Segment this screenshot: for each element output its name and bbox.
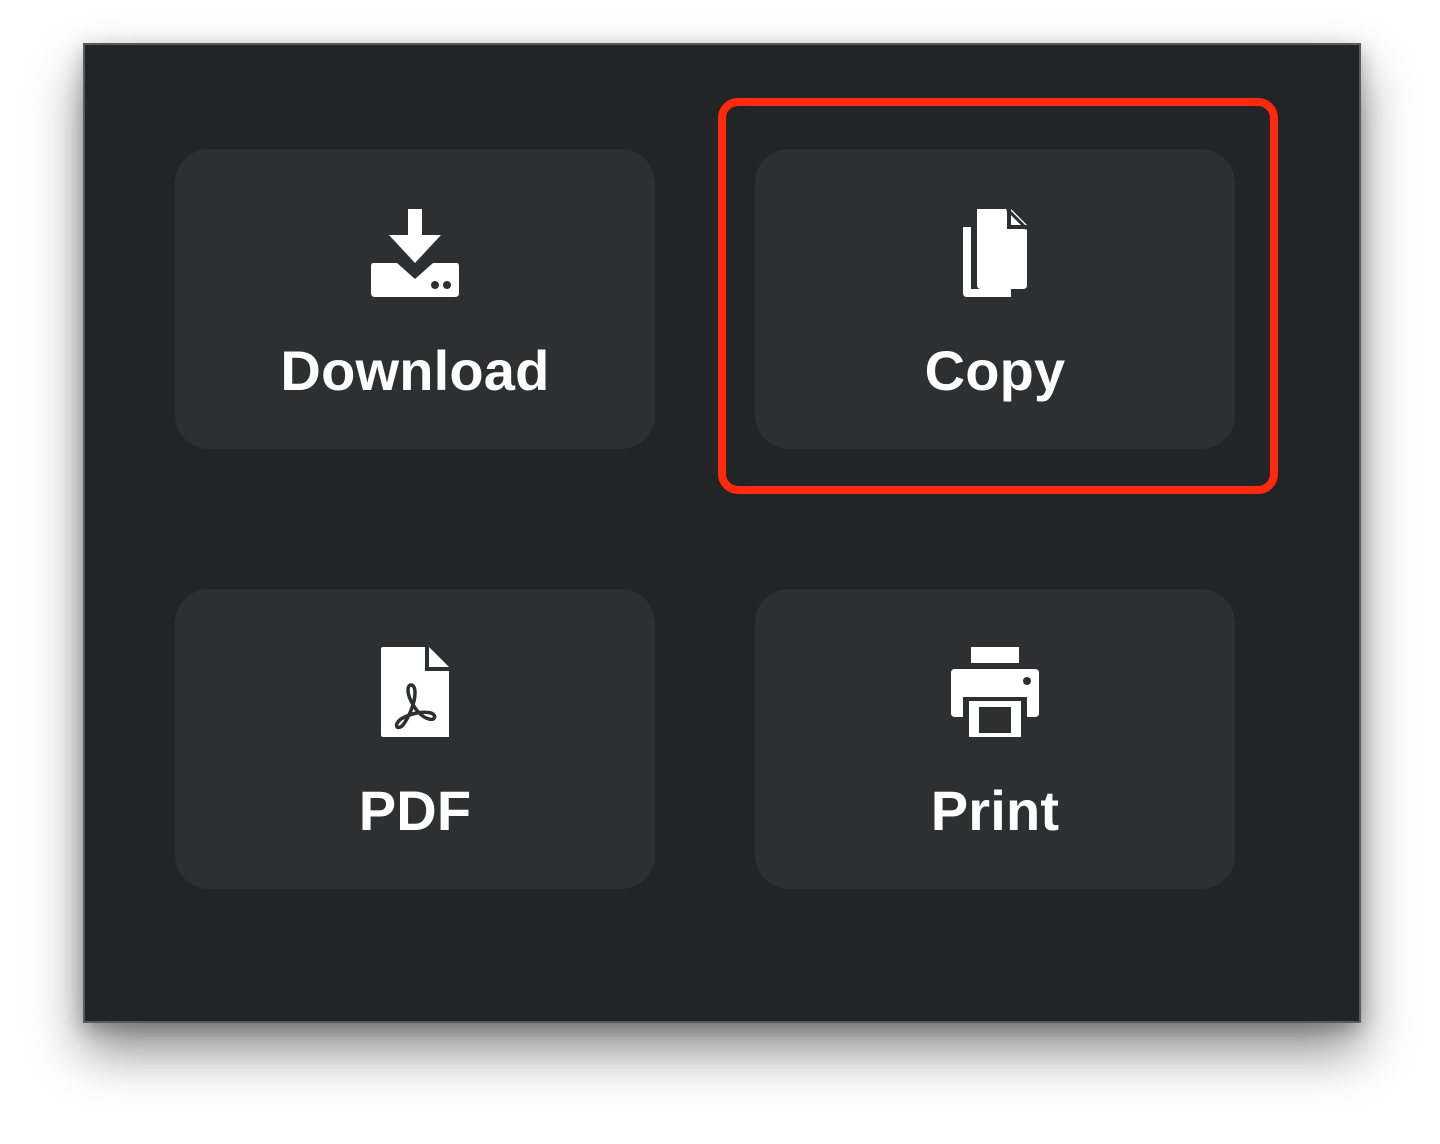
copy-button[interactable]: Copy <box>755 149 1235 449</box>
download-tray-icon <box>367 205 463 301</box>
copy-documents-icon <box>947 205 1043 301</box>
pdf-label: PDF <box>358 779 472 842</box>
print-button[interactable]: Print <box>755 589 1235 889</box>
screenshot-stage: Download Copy PDF Print <box>0 0 1440 1144</box>
pdf-file-icon <box>367 645 463 741</box>
print-label: Print <box>930 779 1060 842</box>
download-label: Download <box>280 339 550 402</box>
pdf-button[interactable]: PDF <box>175 589 655 889</box>
printer-icon <box>947 645 1043 741</box>
copy-label: Copy <box>924 339 1066 402</box>
share-menu-panel: Download Copy PDF Print <box>83 43 1361 1023</box>
download-button[interactable]: Download <box>175 149 655 449</box>
